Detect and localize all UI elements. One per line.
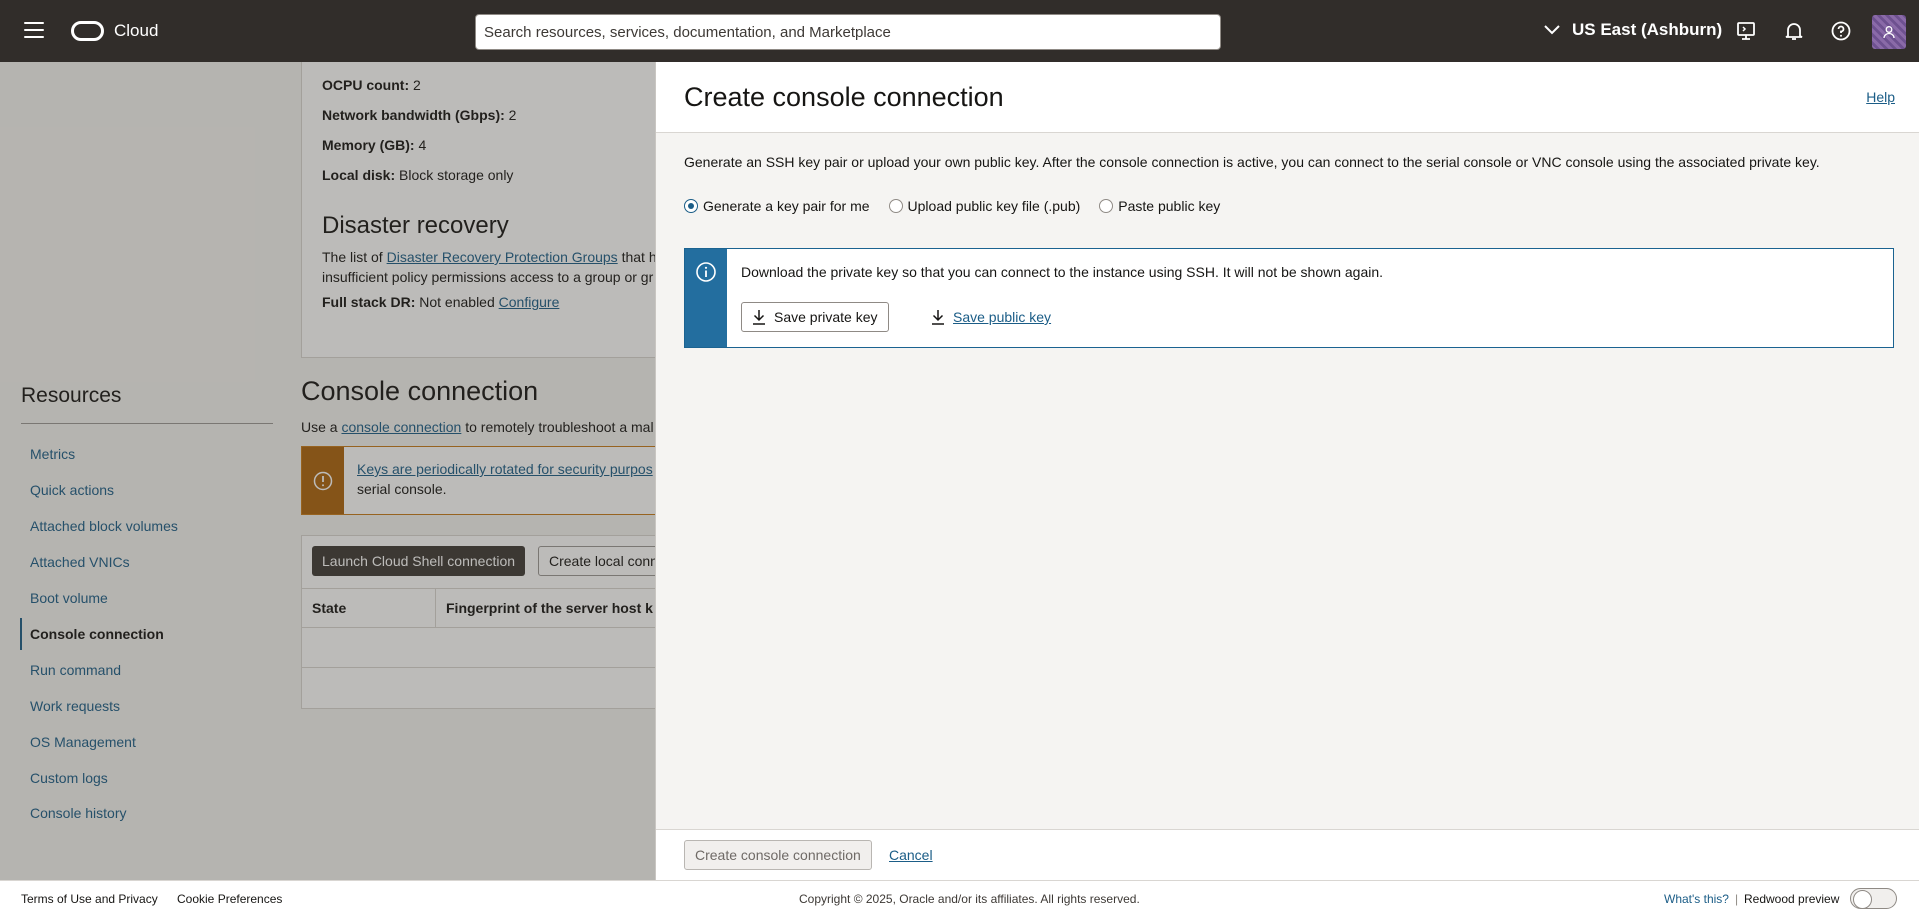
- radio-upload-public-key[interactable]: Upload public key file (.pub): [888, 198, 1080, 214]
- download-icon: [932, 310, 944, 325]
- download-icon: [753, 310, 765, 325]
- panel-header: Create console connection Help: [656, 62, 1919, 133]
- chevron-down-icon: [1544, 25, 1560, 35]
- cookie-preferences-link[interactable]: Cookie Preferences: [177, 892, 282, 906]
- region-selector[interactable]: US East (Ashburn): [1544, 20, 1722, 40]
- user-avatar[interactable]: [1872, 15, 1906, 49]
- info-icon: [696, 262, 716, 282]
- top-navigation-bar: Cloud Search resources, services, docume…: [0, 0, 1919, 62]
- radio-button[interactable]: [888, 199, 903, 213]
- key-source-radio-group: Generate a key pair for me Upload public…: [684, 198, 1239, 214]
- create-console-connection-button[interactable]: Create console connection: [684, 840, 872, 870]
- download-key-info-box: Download the private key so that you can…: [684, 248, 1894, 348]
- help-link[interactable]: Help: [1866, 89, 1895, 105]
- create-console-connection-panel: Create console connection Help Generate …: [655, 62, 1919, 880]
- copyright-text: Copyright © 2025, Oracle and/or its affi…: [799, 892, 1140, 906]
- search-input[interactable]: Search resources, services, documentatio…: [475, 14, 1221, 50]
- whats-this-link[interactable]: What's this?: [1664, 892, 1729, 906]
- save-private-key-button[interactable]: Save private key: [741, 302, 889, 332]
- cancel-link[interactable]: Cancel: [889, 847, 933, 863]
- panel-footer: Create console connection Cancel: [656, 829, 1919, 880]
- redwood-preview-toggle[interactable]: [1850, 888, 1897, 909]
- brand-label[interactable]: Cloud: [114, 21, 158, 41]
- panel-title: Create console connection: [684, 82, 1004, 112]
- redwood-preview-label: Redwood preview: [1744, 892, 1840, 906]
- save-public-key-link[interactable]: Save public key: [931, 309, 1051, 325]
- panel-description: Generate an SSH key pair or upload your …: [684, 154, 1820, 170]
- footer-separator: |: [1735, 892, 1739, 906]
- user-icon: [1883, 26, 1895, 39]
- bell-icon[interactable]: [1783, 20, 1805, 42]
- radio-generate-key-pair[interactable]: Generate a key pair for me: [684, 198, 870, 214]
- page-footer: Terms of Use and Privacy Cookie Preferen…: [0, 880, 1919, 914]
- info-text: Download the private key so that you can…: [741, 264, 1384, 280]
- radio-button-selected[interactable]: [684, 199, 698, 213]
- radio-button[interactable]: [1099, 199, 1114, 213]
- terms-link[interactable]: Terms of Use and Privacy: [21, 892, 158, 906]
- modal-overlay[interactable]: [0, 62, 655, 880]
- oracle-logo-icon[interactable]: [71, 21, 104, 41]
- radio-paste-public-key[interactable]: Paste public key: [1099, 198, 1220, 214]
- hamburger-menu-icon[interactable]: [24, 22, 44, 38]
- help-icon[interactable]: [1830, 20, 1852, 42]
- region-label: US East (Ashburn): [1572, 20, 1723, 39]
- info-bar: [685, 249, 727, 347]
- cloud-shell-icon[interactable]: [1735, 20, 1757, 42]
